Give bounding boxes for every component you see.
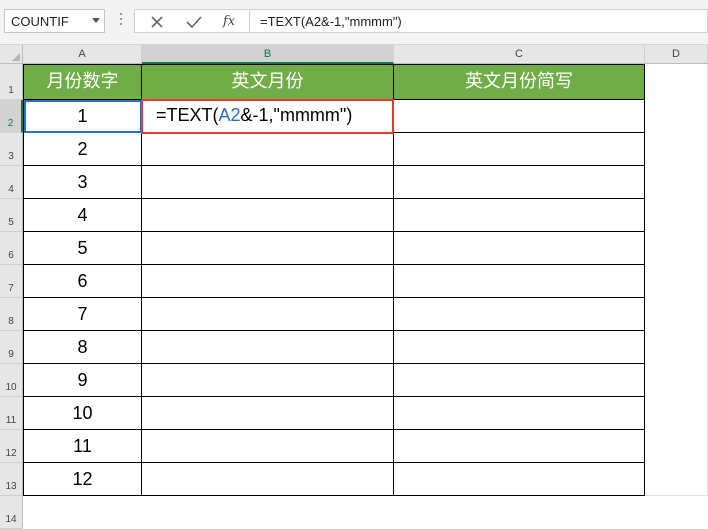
cell-a5[interactable]: 4 [23,199,142,232]
row-header-7[interactable]: 7 [0,265,23,298]
name-box-value: COUNTIF [11,14,69,29]
row-header-11[interactable]: 11 [0,397,23,430]
cell-c5[interactable] [394,199,645,232]
cell-c2[interactable] [394,100,645,133]
header-english-month[interactable]: 英文月份 [142,64,394,100]
cell-c13[interactable] [394,463,645,496]
row-header-8[interactable]: 8 [0,298,23,331]
cancel-button[interactable] [143,12,171,32]
insert-function-button[interactable]: fx [215,12,243,32]
cell-b11[interactable] [142,397,394,430]
active-cell-editor[interactable]: =TEXT(A2&-1,"mmmm") [141,99,394,134]
row-header-3[interactable]: 3 [0,133,23,166]
row-header-5[interactable]: 5 [0,199,23,232]
row-header-2[interactable]: 2 [0,100,23,133]
header-month-number[interactable]: 月份数字 [23,64,142,100]
name-box[interactable]: COUNTIF [4,9,105,33]
check-icon [186,16,202,29]
column-header-d[interactable]: D [645,45,708,64]
cell-b6[interactable] [142,232,394,265]
cell-c7[interactable] [394,265,645,298]
cell-c8[interactable] [394,298,645,331]
cell-c6[interactable] [394,232,645,265]
row-header-10[interactable]: 10 [0,364,23,397]
cell-b10[interactable] [142,364,394,397]
reference-highlight-a2 [24,100,142,133]
column-header-a[interactable]: A [23,45,142,64]
formula-text: =TEXT(A2&-1,"mmmm") [260,14,402,29]
select-all-corner[interactable] [0,45,23,64]
row-header-6[interactable]: 6 [0,232,23,265]
cell-a12[interactable]: 11 [23,430,142,463]
cell-b4[interactable] [142,166,394,199]
row-header-14[interactable]: 14 [0,496,23,529]
column-header-b[interactable]: B [142,45,394,64]
cell-b8[interactable] [142,298,394,331]
cell-b7[interactable] [142,265,394,298]
cell-a3[interactable]: 2 [23,133,142,166]
cell-b3[interactable] [142,133,394,166]
row-header-9[interactable]: 9 [0,331,23,364]
column-header-c[interactable]: C [394,45,645,64]
cell-a11[interactable]: 10 [23,397,142,430]
chevron-down-icon[interactable] [92,18,100,23]
formula-input[interactable]: =TEXT(A2&-1,"mmmm") [250,9,708,33]
x-icon [151,16,163,28]
column-d-cells[interactable] [645,64,708,496]
cell-a4[interactable]: 3 [23,166,142,199]
row-header-12[interactable]: 12 [0,430,23,463]
formula-bar: COUNTIF fx =TEXT(A2&-1,"mmmm") [0,0,708,45]
row-header-13[interactable]: 13 [0,463,23,496]
cell-b5[interactable] [142,199,394,232]
formula-buttons: fx [134,9,250,33]
cell-c4[interactable] [394,166,645,199]
header-english-month-abbr[interactable]: 英文月份简写 [394,64,645,100]
cell-a7[interactable]: 6 [23,265,142,298]
cell-a6[interactable]: 5 [23,232,142,265]
enter-button[interactable] [179,12,207,32]
cell-b12[interactable] [142,430,394,463]
cell-a10[interactable]: 9 [23,364,142,397]
cell-a13[interactable]: 12 [23,463,142,496]
cell-a9[interactable]: 8 [23,331,142,364]
cell-b9[interactable] [142,331,394,364]
cell-c12[interactable] [394,430,645,463]
cell-b13[interactable] [142,463,394,496]
row-header-4[interactable]: 4 [0,166,23,199]
cell-a8[interactable]: 7 [23,298,142,331]
cell-c3[interactable] [394,133,645,166]
row-header-1[interactable]: 1 [0,64,23,100]
cell-formula-text: =TEXT(A2&-1,"mmmm") [156,105,353,125]
cell-reference: A2 [218,105,241,125]
cell-c10[interactable] [394,364,645,397]
cell-c9[interactable] [394,331,645,364]
drag-handle-icon[interactable] [119,13,123,31]
cell-c11[interactable] [394,397,645,430]
